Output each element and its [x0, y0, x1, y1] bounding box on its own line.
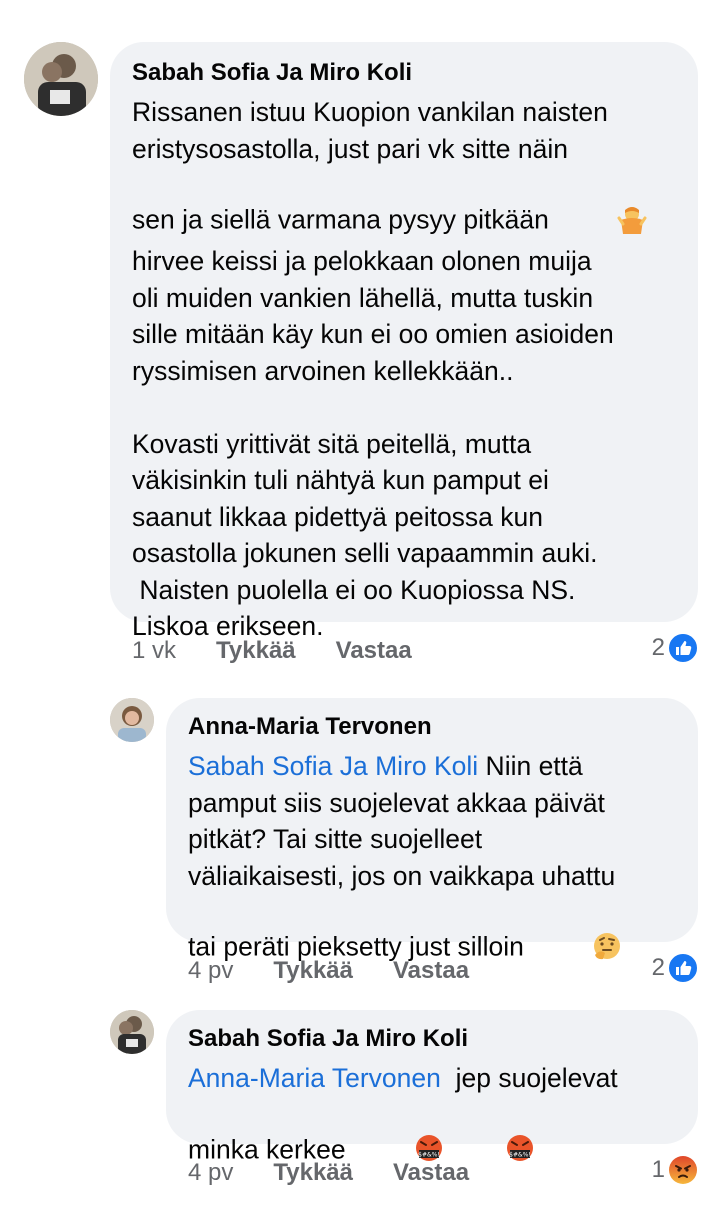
comment-text-part: hirvee keissi ja pelokkaan olonen muija … [132, 246, 614, 641]
like-icon [668, 633, 698, 663]
like-button[interactable]: Tykkää [273, 1159, 353, 1186]
comment-author[interactable]: Sabah Sofia Ja Miro Koli [132, 58, 676, 88]
comment-bubble: Anna-Maria Tervonen Sabah Sofia Ja Miro … [166, 698, 698, 962]
comment-timestamp[interactable]: 1 vk [132, 637, 176, 664]
reply-button[interactable]: Vastaa [393, 957, 469, 984]
reaction-summary[interactable]: 2 [652, 953, 698, 983]
comment-bubble: Sabah Sofia Ja Miro Koli Anna-Maria Terv… [166, 1010, 698, 1164]
thinking-face-emoji [533, 894, 622, 970]
comment-text: Rissanen istuu Kuopion vankilan naisten … [132, 94, 676, 645]
reaction-count: 2 [651, 954, 665, 981]
comment-timestamp[interactable]: 4 pv [188, 957, 233, 984]
comment-text: Sabah Sofia Ja Miro Koli Niin että pampu… [188, 748, 676, 970]
comment-author[interactable]: Anna-Maria Tervonen [188, 712, 676, 742]
reaction-summary[interactable]: 2 [652, 633, 698, 663]
comment-author[interactable]: Sabah Sofia Ja Miro Koli [188, 1024, 676, 1054]
comment-timestamp[interactable]: 4 pv [188, 1159, 233, 1186]
like-icon [668, 953, 698, 983]
mention-link[interactable]: Sabah Sofia Ja Miro Koli [188, 751, 478, 781]
svg-text:$#&%!: $#&%! [509, 1152, 531, 1159]
mention-link[interactable]: Anna-Maria Tervonen [188, 1063, 441, 1093]
reaction-count: 1 [651, 1156, 665, 1183]
comment-text-part: Rissanen istuu Kuopion vankilan naisten … [132, 97, 608, 235]
reaction-count: 2 [651, 634, 665, 661]
comment-actions: 1 vk Tykkää Vastaa [132, 636, 452, 666]
comment-actions: 4 pv Tykkää Vastaa [188, 956, 509, 986]
person-shrugging-emoji [558, 167, 647, 243]
reply-button[interactable]: Vastaa [336, 637, 412, 664]
comment-actions: 4 pv Tykkää Vastaa [188, 1158, 509, 1188]
angry-icon [668, 1155, 698, 1185]
avatar[interactable] [110, 698, 154, 742]
like-button[interactable]: Tykkää [216, 637, 296, 664]
comment-bubble: Sabah Sofia Ja Miro Koli Rissanen istuu … [110, 42, 698, 641]
reply-button[interactable]: Vastaa [393, 1159, 469, 1186]
avatar[interactable] [110, 1010, 154, 1054]
like-button[interactable]: Tykkää [273, 957, 353, 984]
comment-text: Anna-Maria Tervonen jep suojelevat minka… [188, 1060, 676, 1173]
avatar[interactable] [24, 42, 98, 116]
reaction-summary[interactable]: 1 [652, 1155, 698, 1185]
